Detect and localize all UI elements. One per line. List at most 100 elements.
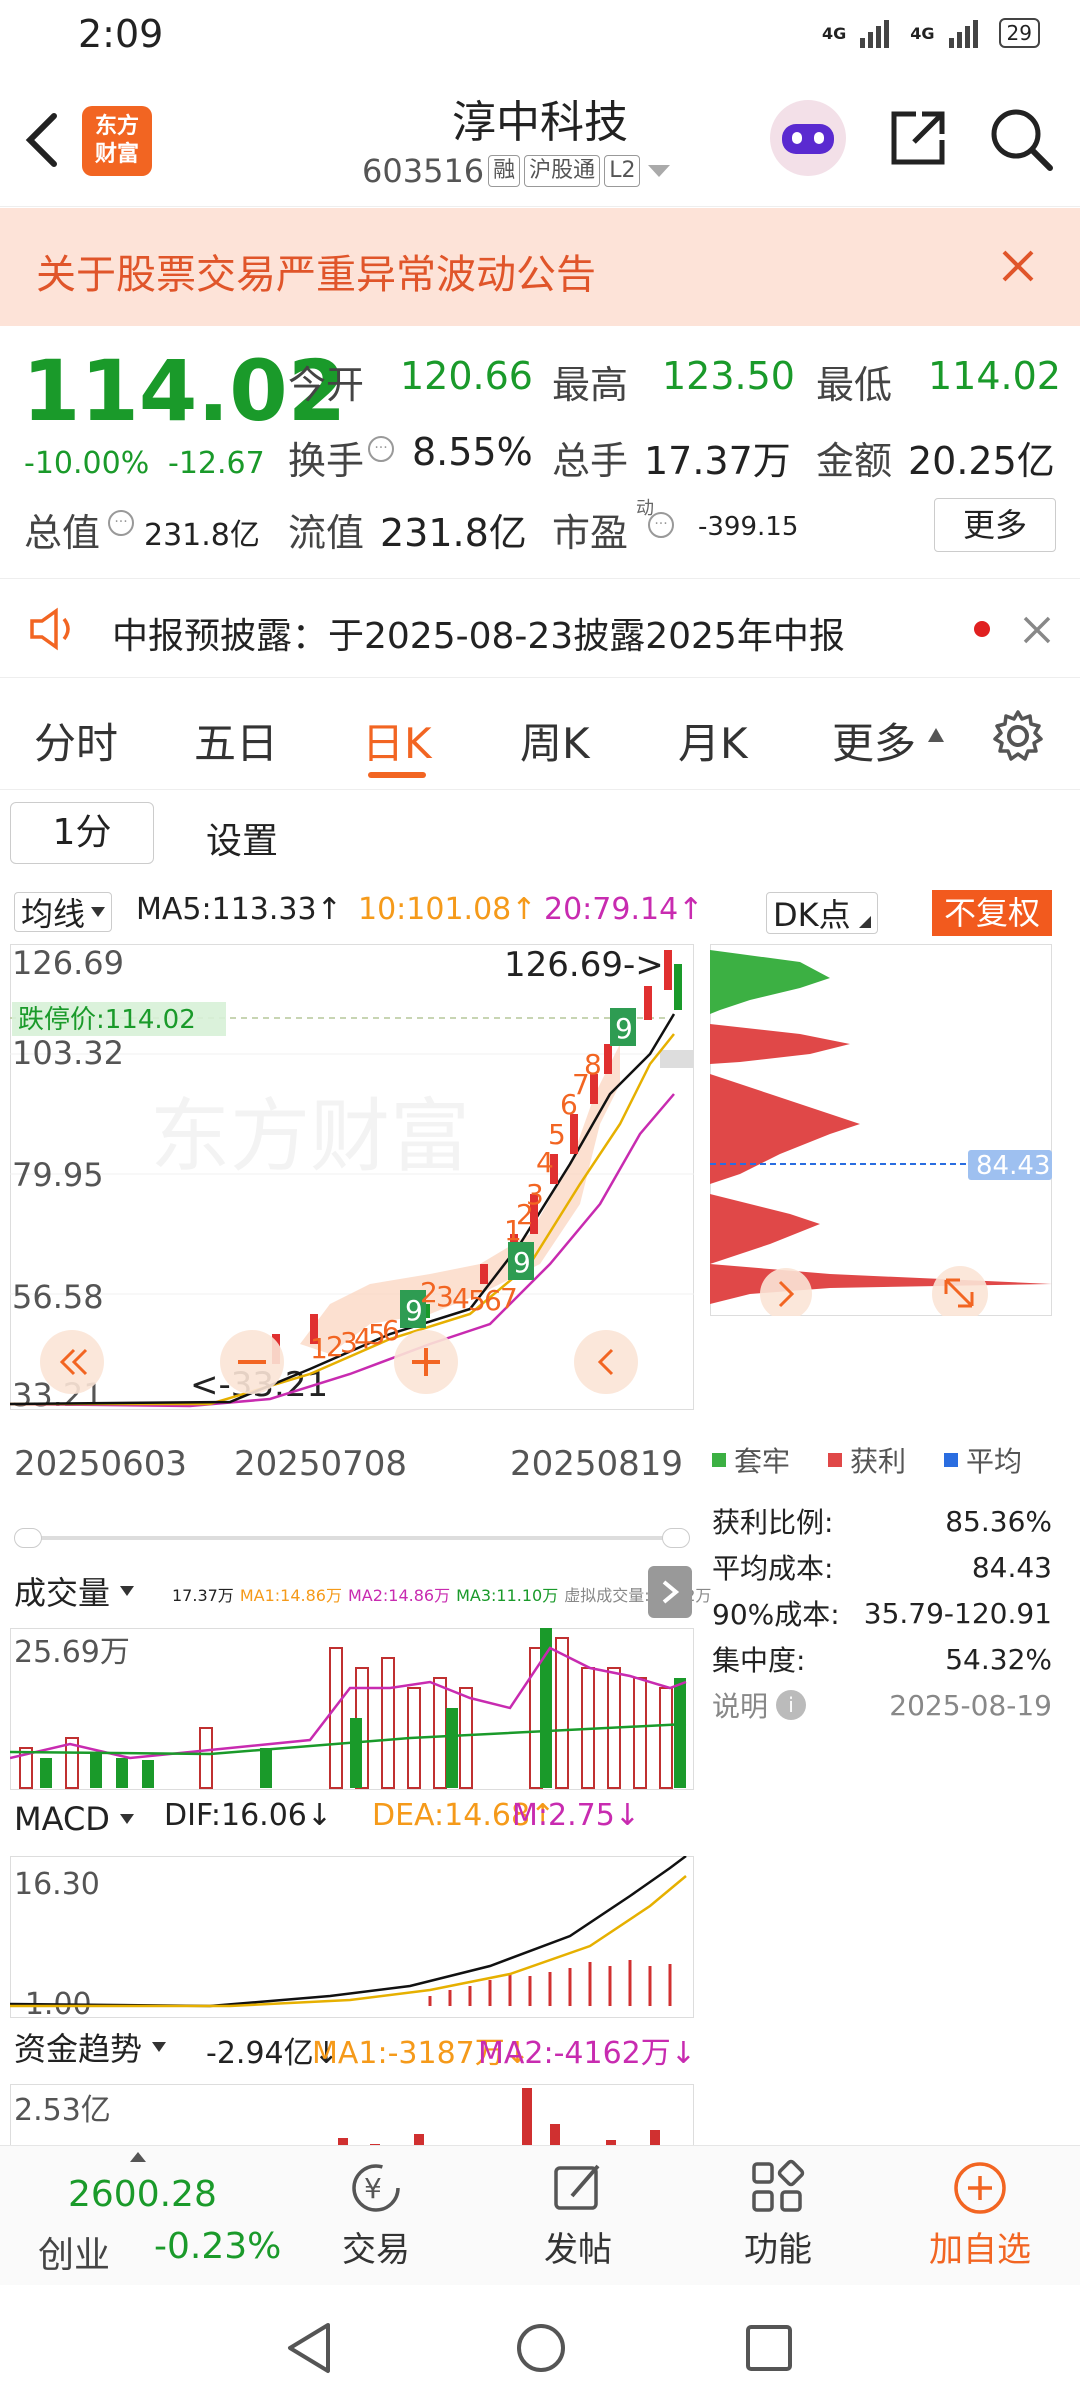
close-icon[interactable] xyxy=(1000,248,1036,284)
index-name[interactable]: 创业 xyxy=(38,2226,110,2278)
tag-level2: L2 xyxy=(604,155,641,187)
open-label: 今开 xyxy=(288,363,365,407)
ma5-value: MA5:113.33↑ xyxy=(136,892,342,927)
period-select-button[interactable]: 1分 xyxy=(10,802,154,864)
legend-swatch-trapped xyxy=(712,1453,726,1467)
info-icon[interactable]: ··· xyxy=(648,512,674,538)
tab-more[interactable]: 更多 xyxy=(832,710,916,771)
fund-trend-select[interactable]: 资金趋势 xyxy=(14,2026,167,2068)
stat-label: 平均成本: xyxy=(712,1552,834,1585)
range-handle-right[interactable] xyxy=(662,1528,690,1548)
change-percent: -10.00% xyxy=(24,446,150,481)
fund-trend-chart[interactable]: 2.53亿 xyxy=(10,2084,694,2145)
unread-dot xyxy=(974,621,990,637)
pe-value: -399.15 xyxy=(698,512,799,542)
ma20-value: 20:79.14↑ xyxy=(544,892,704,927)
assistant-avatar-icon[interactable] xyxy=(770,100,846,176)
volume-select[interactable]: 成交量 xyxy=(14,1570,135,1612)
functions-button[interactable]: 功能 xyxy=(718,2158,838,2271)
tab-weekly-k[interactable]: 周K xyxy=(520,710,590,771)
sub-tabs: 1分 设置 xyxy=(0,790,1080,880)
period-tabs: 分时 五日 日K 周K 月K 更多 xyxy=(0,680,1080,790)
legend-average: 平均 xyxy=(966,1445,1023,1478)
k-line-chart[interactable]: 东方财富 跌停价:114.02 126.69 103.32 79.95 56.5… xyxy=(10,944,694,1410)
tab-intraday[interactable]: 分时 xyxy=(34,710,118,771)
market-cap-label: 总值 xyxy=(24,511,101,555)
svg-text:9: 9 xyxy=(615,1012,633,1045)
info-icon[interactable]: i xyxy=(776,1690,807,1720)
tag-margin: 融 xyxy=(488,155,521,187)
index-value[interactable]: 2600.28 xyxy=(68,2174,217,2215)
volume-ma1: MA1:14.86万 xyxy=(239,1586,342,1605)
x-axis-label: 20250708 xyxy=(234,1444,408,1484)
nav-home-icon[interactable] xyxy=(514,2321,568,2375)
volume-chart[interactable]: 25.69万 xyxy=(10,1628,694,1790)
expand-indicators-button[interactable] xyxy=(648,1566,692,1618)
more-quote-button[interactable]: 更多 xyxy=(934,498,1056,552)
post-button[interactable]: 发帖 xyxy=(518,2158,638,2271)
chip-stat-row: 平均成本: 84.43 xyxy=(712,1544,1052,1590)
add-watchlist-button[interactable]: 加自选 xyxy=(910,2158,1050,2271)
search-icon[interactable] xyxy=(988,106,1054,172)
adjust-select-button[interactable]: 不复权 xyxy=(932,890,1053,936)
macd-dif: DIF:16.06↓ xyxy=(164,1798,333,1833)
svg-text:9: 9 xyxy=(513,1246,531,1279)
caret-down-icon xyxy=(152,2042,167,2052)
volume-current: 17.37万 xyxy=(172,1586,234,1605)
macd-y-bottom: -1.00 xyxy=(14,1987,92,2018)
tab-daily-k[interactable]: 日K xyxy=(362,710,432,771)
macd-chart[interactable]: 16.30 -1.00 xyxy=(10,1856,694,2018)
caret-up-icon xyxy=(130,2152,146,2162)
info-icon[interactable]: ··· xyxy=(368,436,394,462)
nav-recents-icon[interactable] xyxy=(744,2323,794,2373)
share-icon[interactable] xyxy=(886,106,950,170)
svg-text:¥: ¥ xyxy=(364,2172,382,2205)
stat-value: 84.43 xyxy=(971,1550,1052,1584)
trade-button[interactable]: ¥ 交易 xyxy=(316,2158,436,2271)
signal-4g-label: 4G xyxy=(910,23,935,43)
stock-code: 603516 xyxy=(362,152,485,190)
disclosure-text: 中报预披露：于2025-08-23披露2025年中报 xyxy=(112,616,845,657)
amount-label: 金额 xyxy=(816,439,893,483)
disclosure-bar[interactable]: 中报预披露：于2025-08-23披露2025年中报 xyxy=(0,578,1080,678)
info-icon[interactable]: ··· xyxy=(108,510,134,536)
macd-m: M:2.75↓ xyxy=(512,1798,640,1833)
chip-date: 2025-08-19 xyxy=(889,1688,1052,1722)
nav-back-icon[interactable] xyxy=(284,2321,334,2375)
settings-gear-icon[interactable] xyxy=(990,708,1046,764)
add-circle-icon xyxy=(954,2162,1006,2214)
chip-stat-row: 90%成本: 35.79-120.91 xyxy=(712,1590,1052,1636)
chart-settings-button[interactable]: 设置 xyxy=(206,812,278,864)
tab-five-day[interactable]: 五日 xyxy=(194,710,278,771)
signal-icon xyxy=(948,20,978,48)
chip-note-row[interactable]: 说明 i 2025-08-19 xyxy=(712,1682,1052,1728)
speaker-icon xyxy=(30,607,70,651)
signal-icon xyxy=(860,20,890,48)
ma-select[interactable]: 均线 xyxy=(14,892,113,933)
caret-down-icon xyxy=(120,1586,135,1596)
macd-select[interactable]: MACD xyxy=(14,1798,134,1840)
y-axis-label: 103.32 xyxy=(12,1034,124,1072)
legend-profit: 获利 xyxy=(850,1445,907,1478)
chip-distribution-chart[interactable]: 84.43 xyxy=(710,944,1052,1316)
functions-label: 功能 xyxy=(744,2230,812,2270)
index-change[interactable]: -0.23% xyxy=(154,2226,281,2267)
caret-down-icon xyxy=(119,1814,134,1824)
volume-y-label: 25.69万 xyxy=(14,1635,130,1670)
dk-point-label: DK点 xyxy=(773,896,851,934)
system-navigation xyxy=(0,2285,1080,2400)
caret-down-icon xyxy=(91,907,106,917)
range-scrollbar[interactable] xyxy=(14,1528,690,1548)
range-handle-left[interactable] xyxy=(14,1528,42,1548)
bottom-toolbar: 2600.28 创业 -0.23% ¥ 交易 发帖 功能 加自选 xyxy=(0,2145,1080,2285)
chip-stats: 获利比例: 85.36% 平均成本: 84.43 90%成本: 35.79-120.9… xyxy=(712,1498,1052,1728)
volume-select-label: 成交量 xyxy=(14,1574,111,1612)
stock-code-row[interactable]: 603516 融 沪股通 L2 xyxy=(362,152,671,190)
post-label: 发帖 xyxy=(544,2230,612,2270)
dk-point-select[interactable]: DK点 xyxy=(766,892,878,934)
tab-monthly-k[interactable]: 月K xyxy=(678,710,748,771)
announcement-banner[interactable]: 关于股票交易严重异常波动公告 xyxy=(0,208,1080,326)
close-icon[interactable] xyxy=(1022,615,1052,645)
chip-stat-row: 集中度: 54.32% xyxy=(712,1636,1052,1682)
amount-value: 20.25亿 xyxy=(908,439,1055,483)
